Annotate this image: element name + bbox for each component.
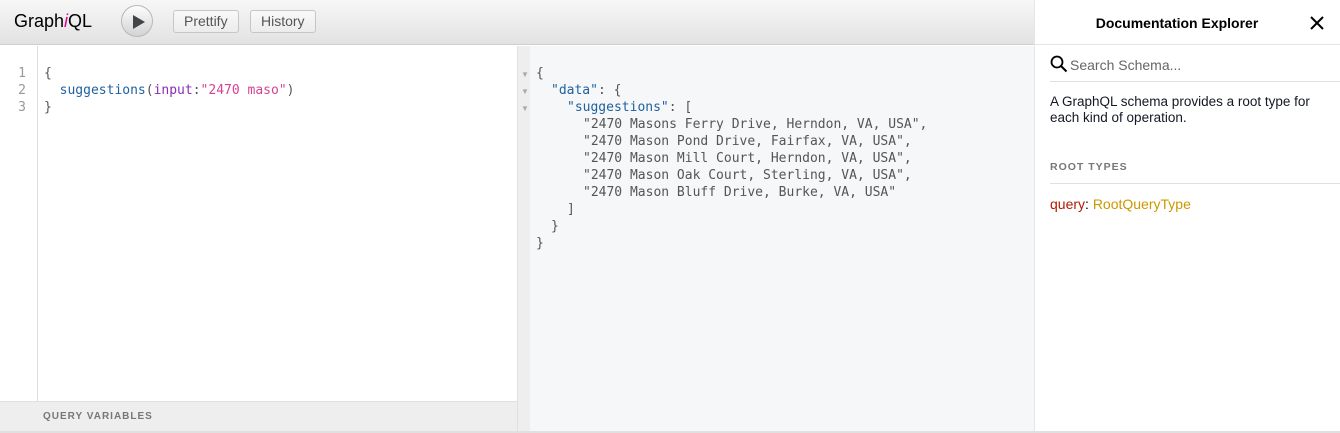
query-argument: input (153, 83, 193, 98)
result-string: "2470 Mason Oak Court, Sterling, VA, USA… (583, 168, 912, 183)
play-icon (133, 15, 145, 29)
line-number-gutter: 1 2 3 (0, 46, 38, 401)
execute-query-button[interactable] (121, 5, 153, 37)
query-line: suggestions(input:"2470 maso") (59, 83, 295, 98)
history-button[interactable]: History (250, 10, 316, 33)
result-line: "suggestions": [ (567, 100, 693, 115)
documentation-explorer: Documentation Explorer A GraphQL schema … (1034, 0, 1340, 433)
result-line: } (551, 219, 559, 234)
result-line: { (536, 66, 544, 81)
result-string: "2470 Mason Pond Drive, Fairfax, VA, USA… (583, 134, 912, 149)
toolbar: GraphiQL Prettify History (0, 0, 1034, 45)
result-key: "suggestions" (567, 100, 669, 115)
section-divider (1050, 183, 1340, 184)
result-string: "2470 Masons Ferry Drive, Herndon, VA, U… (583, 117, 928, 132)
query-editor[interactable]: 1 2 3 { suggestions(input:"2470 maso") } (0, 46, 517, 401)
fold-arrow-icon[interactable]: ▼ (521, 70, 529, 79)
result-line: ] (567, 202, 575, 217)
search-icon (1050, 55, 1068, 73)
query-field: suggestions (59, 83, 146, 98)
search-divider (1050, 81, 1340, 82)
query-variables-label: QUERY VARIABLES (43, 411, 153, 422)
result-line: } (536, 236, 544, 251)
fold-arrow-icon[interactable]: ▼ (521, 104, 529, 113)
line-number: 2 (18, 83, 26, 98)
query-string-value: "2470 maso" (200, 83, 287, 98)
fold-arrow-icon[interactable]: ▼ (521, 87, 529, 96)
docs-title: Documentation Explorer (1095, 15, 1259, 31)
result-string: "2470 Mason Bluff Drive, Burke, VA, USA" (583, 185, 897, 200)
schema-description: A GraphQL schema provides a root type fo… (1050, 94, 1310, 125)
line-number: 3 (18, 100, 26, 115)
result-key: "data" (551, 83, 598, 98)
root-keyword: query (1050, 196, 1086, 212)
graphiql-main: GraphiQL Prettify History 1 2 3 { sugges… (0, 0, 1034, 433)
query-line: } (44, 100, 52, 115)
query-line: { (44, 66, 52, 81)
docs-header: Documentation Explorer (1035, 0, 1340, 45)
prettify-button[interactable]: Prettify (173, 10, 239, 33)
result-line: "data": { (551, 83, 622, 98)
result-string: "2470 Mason Mill Court, Herndon, VA, USA… (583, 151, 912, 166)
root-types-heading: ROOT TYPES (1050, 161, 1128, 173)
schema-search-input[interactable] (1070, 55, 1330, 75)
root-type-link[interactable]: RootQueryType (1093, 196, 1191, 212)
query-variables-bar[interactable]: QUERY VARIABLES (0, 401, 517, 431)
graphiql-logo: GraphiQL (14, 11, 93, 31)
line-number: 1 (18, 66, 26, 81)
root-type-entry: query: RootQueryType (1050, 196, 1191, 212)
close-icon[interactable] (1308, 14, 1326, 32)
